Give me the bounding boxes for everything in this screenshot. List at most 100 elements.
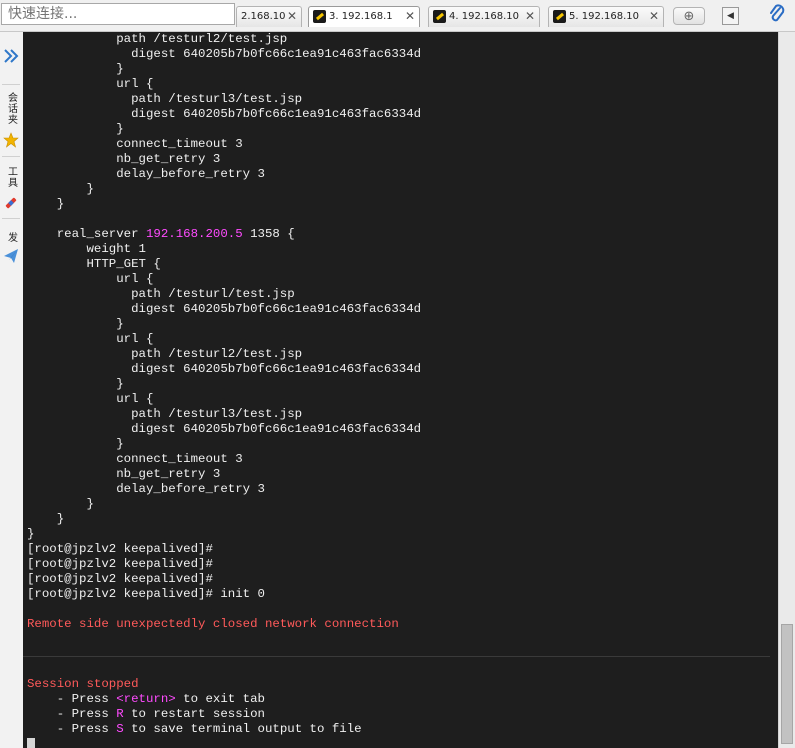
close-icon[interactable]: ✕ — [287, 7, 297, 26]
tab-session-4[interactable]: 4. 192.168.10 ✕ — [428, 6, 540, 27]
hint-prefix: - Press — [27, 722, 117, 736]
restart-session-hint: - Press R to restart session — [27, 707, 421, 722]
session-stopped-message: Session stopped — [27, 677, 139, 691]
star-icon-svg — [3, 132, 19, 148]
terminal-prompt-line: [root@jpzlv2 keepalived]# — [27, 542, 213, 556]
terminal-line: path /testurl3/test.jsp — [27, 92, 303, 106]
sidebar-divider — [2, 156, 20, 157]
terminal-line: delay_before_retry 3 — [27, 482, 265, 496]
terminal-line: digest 640205b7b0fc66c1ea91c463fac6334d — [27, 362, 422, 376]
terminal-line: path /testurl3/test.jsp — [27, 407, 303, 421]
hint-key-return: <return> — [116, 692, 176, 706]
send-icon — [0, 248, 22, 268]
terminal-line: connect_timeout 3 — [27, 137, 243, 151]
terminal-line: weight 1 — [27, 242, 146, 256]
terminal-line-real-server: real_server 192.168.200.5 1358 { — [27, 227, 421, 242]
terminal-prompt-line: [root@jpzlv2 keepalived]# — [27, 557, 213, 571]
save-output-hint: - Press S to save terminal output to fil… — [27, 722, 421, 737]
terminal-line: url { — [27, 77, 154, 91]
tab-label: 4. 192.168.10 — [449, 11, 519, 22]
tab-list-button[interactable]: ◀ — [722, 7, 739, 25]
close-icon[interactable]: ✕ — [405, 7, 415, 26]
hint-key-r: R — [116, 707, 124, 721]
tab-session-3[interactable]: 3. 192.168.1 ✕ — [308, 6, 420, 27]
terminal-line: path /testurl2/test.jsp — [27, 32, 288, 46]
terminal-scrollbar[interactable] — [778, 32, 795, 748]
terminal-prompt-line: [root@jpzlv2 keepalived]# init 0 — [27, 587, 265, 601]
tab-session-2[interactable]: 2.168.10 ✕ — [236, 6, 302, 27]
terminal-key-icon — [433, 10, 446, 23]
terminal-line: } — [27, 62, 124, 76]
terminal-line: delay_before_retry 3 — [27, 167, 265, 181]
paperclip-icon-svg — [770, 4, 785, 22]
terminal-line: nb_get_retry 3 — [27, 467, 221, 481]
sidebar-item-sessions[interactable]: 会话夹 — [0, 92, 22, 129]
hint-suffix: to exit tab — [175, 692, 265, 706]
sidebar-item-label: 发 — [5, 232, 17, 243]
terminal-line: connect_timeout 3 — [27, 452, 243, 466]
terminal-line: } — [27, 497, 94, 511]
close-icon[interactable]: ✕ — [649, 7, 659, 26]
terminal-key-icon — [313, 10, 326, 23]
tools-icon — [0, 195, 22, 215]
hint-prefix: - Press — [27, 707, 117, 721]
quick-connect-input[interactable] — [1, 3, 235, 25]
terminal-line: digest 640205b7b0fc66c1ea91c463fac6334d — [27, 47, 422, 61]
real-server-ip: 192.168.200.5 — [145, 227, 243, 241]
tab-label: 5. 192.168.10 — [569, 11, 639, 22]
terminal-cursor — [27, 738, 35, 748]
hint-suffix: to save terminal output to file — [123, 722, 362, 736]
sidebar-item-send[interactable]: 发 — [0, 228, 22, 247]
session-sidebar: 会话夹 工具 发 — [0, 32, 24, 748]
terminal-line: nb_get_retry 3 — [27, 152, 221, 166]
sidebar-item-tools[interactable]: 工具 — [0, 166, 22, 192]
sidebar-item-label: 工具 — [5, 166, 17, 188]
terminal-prompt-line: [root@jpzlv2 keepalived]# — [27, 572, 213, 586]
exit-tab-hint: - Press <return> to exit tab — [27, 692, 421, 707]
star-icon — [0, 132, 22, 152]
terminal-key-icon — [553, 10, 566, 23]
terminal-line: digest 640205b7b0fc66c1ea91c463fac6334d — [27, 107, 422, 121]
paperclip-icon[interactable] — [768, 3, 786, 30]
new-tab-button[interactable]: ⊕ — [673, 7, 705, 25]
terminal-line: } — [27, 377, 124, 391]
terminal-line: } — [27, 317, 124, 331]
terminal-lines: path /testurl2/test.jsp digest 640205b7b… — [27, 32, 421, 737]
tools-icon-svg — [5, 197, 17, 209]
sidebar-divider — [2, 218, 20, 219]
terminal-line: path /testurl2/test.jsp — [27, 347, 303, 361]
terminal-line: } — [27, 527, 35, 541]
terminal-line: url { — [27, 332, 154, 346]
terminal-line: url { — [27, 392, 154, 406]
terminal-line: } — [27, 437, 124, 451]
terminal-line: HTTP_GET { — [27, 257, 161, 271]
terminal-line: digest 640205b7b0fc66c1ea91c463fac6334d — [27, 422, 422, 436]
tab-toolbar: 2.168.10 ✕ 3. 192.168.1 ✕ 4. 192.168.10 … — [0, 0, 795, 32]
terminal-output[interactable]: path /testurl2/test.jsp digest 640205b7b… — [23, 32, 778, 748]
scrollbar-thumb[interactable] — [781, 624, 793, 744]
tab-label: 3. 192.168.1 — [329, 11, 393, 22]
double-chevron-icon — [4, 49, 19, 63]
tab-session-5[interactable]: 5. 192.168.10 ✕ — [548, 6, 664, 27]
terminal-line: } — [27, 182, 94, 196]
hint-prefix: - Press — [27, 692, 117, 706]
hint-key-s: S — [116, 722, 124, 736]
terminal-line: url { — [27, 272, 154, 286]
sidebar-divider — [2, 84, 20, 85]
connection-closed-message: Remote side unexpectedly closed network … — [27, 617, 399, 631]
real-server-keyword: real_server — [27, 227, 146, 241]
real-server-port: 1358 { — [242, 227, 295, 241]
expand-sidebar-icon[interactable] — [3, 48, 19, 68]
terminal-line: digest 640205b7b0fc66c1ea91c463fac6334d — [27, 302, 422, 316]
paper-plane-icon-svg — [4, 249, 18, 263]
terminal-line: } — [27, 122, 124, 136]
tab-label: 2.168.10 — [241, 11, 286, 22]
add-tab-icon: ⊕ — [683, 9, 695, 24]
close-icon[interactable]: ✕ — [525, 7, 535, 26]
terminal-line: path /testurl/test.jsp — [27, 287, 295, 301]
